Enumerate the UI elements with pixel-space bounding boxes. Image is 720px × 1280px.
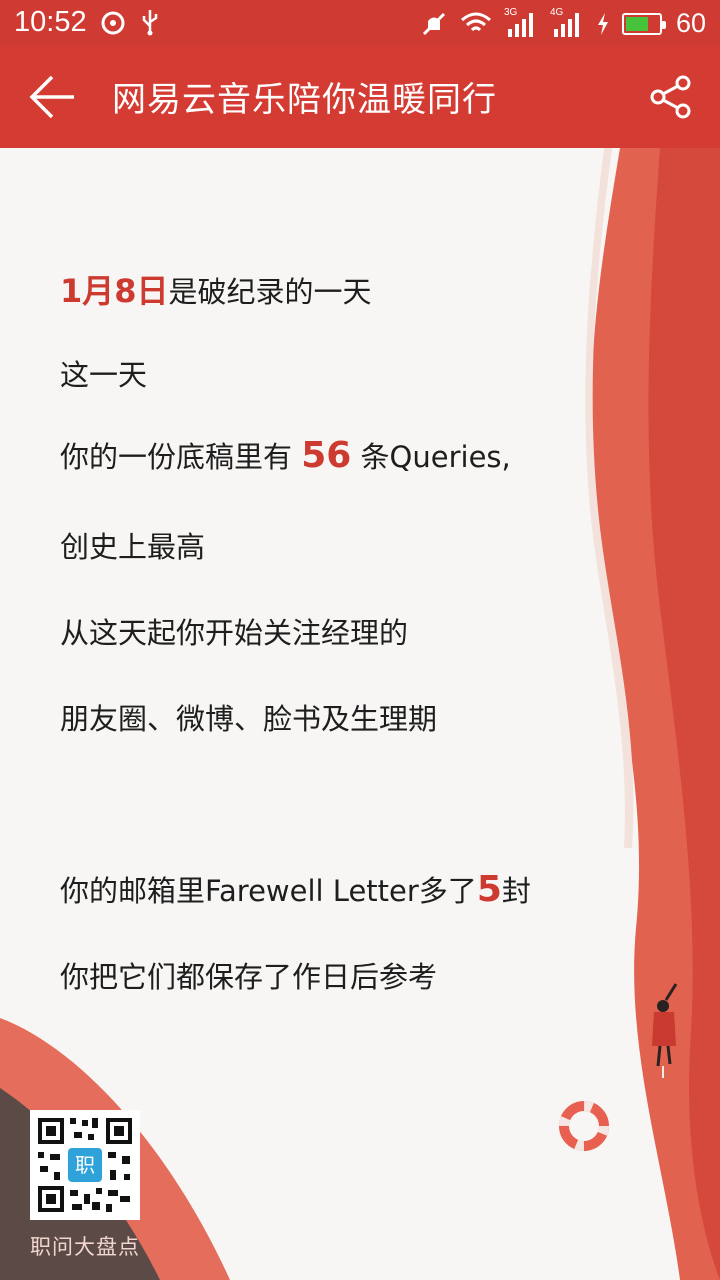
watermark-label: 职问大盘点 <box>30 1235 140 1259</box>
usb-icon <box>142 10 158 36</box>
qr-center-logo: 职 <box>75 1153 95 1177</box>
letter-line-6: 朋友圈、微博、脸书及生理期 <box>60 702 438 736</box>
status-icons-left <box>100 8 160 36</box>
share-icon[interactable] <box>648 74 694 120</box>
article-content[interactable]: 1月8日是破纪录的一天 这一天 你的一份底稿里有 56 条Queries, 创史… <box>0 148 720 1280</box>
letter-line-8: 你把它们都保存了作日后参考 <box>60 960 438 994</box>
status-icons-right: 3G 4G 60 <box>420 7 706 39</box>
signal-bars-icon <box>507 12 533 37</box>
letter-line-2: 这一天 <box>60 358 148 392</box>
status-time: 10:52 <box>14 6 87 38</box>
app-bar: 网易云音乐陪你温暖同行 <box>0 46 720 148</box>
signal-4g: 4G <box>550 7 584 37</box>
back-arrow-icon[interactable] <box>28 74 78 120</box>
line-7-before: 你的邮箱里Farewell Letter多了 <box>60 874 477 908</box>
letter-line-5: 从这天起你开始关注经理的 <box>60 616 409 650</box>
battery-icon <box>621 12 666 35</box>
queries-count: 56 <box>301 435 352 476</box>
letters-count: 5 <box>476 869 502 910</box>
letter-line-3: 你的一份底稿里有 56 条Queries, <box>60 434 511 476</box>
letter-line-7: 你的邮箱里Farewell Letter多了5封 <box>60 868 531 910</box>
battery-percent: 60 <box>675 8 706 38</box>
line-1-rest: 是破纪录的一天 <box>168 275 372 309</box>
page-title: 网易云音乐陪你温暖同行 <box>112 80 497 120</box>
qr-code-pattern: 职 <box>30 1110 140 1220</box>
netease-music-icon <box>101 11 125 35</box>
line-7-after: 封 <box>501 874 531 908</box>
line-3-before: 你的一份底稿里有 <box>60 440 302 474</box>
qr-code: 职 <box>30 1110 140 1220</box>
signal-3g: 3G <box>504 7 538 37</box>
line-3-after: 条Queries, <box>351 440 511 474</box>
battery-level <box>625 16 648 31</box>
wifi-icon <box>460 12 491 31</box>
mute-icon <box>422 12 446 35</box>
status-bar: 10:52 3G 4G 60 <box>0 0 720 46</box>
signal-bars-icon <box>553 12 579 37</box>
letter-line-1: 1月8日是破纪录的一天 <box>60 266 372 312</box>
date-highlight: 1月8日 <box>60 272 169 310</box>
charging-icon <box>597 12 608 35</box>
letter-line-4: 创史上最高 <box>60 530 206 564</box>
